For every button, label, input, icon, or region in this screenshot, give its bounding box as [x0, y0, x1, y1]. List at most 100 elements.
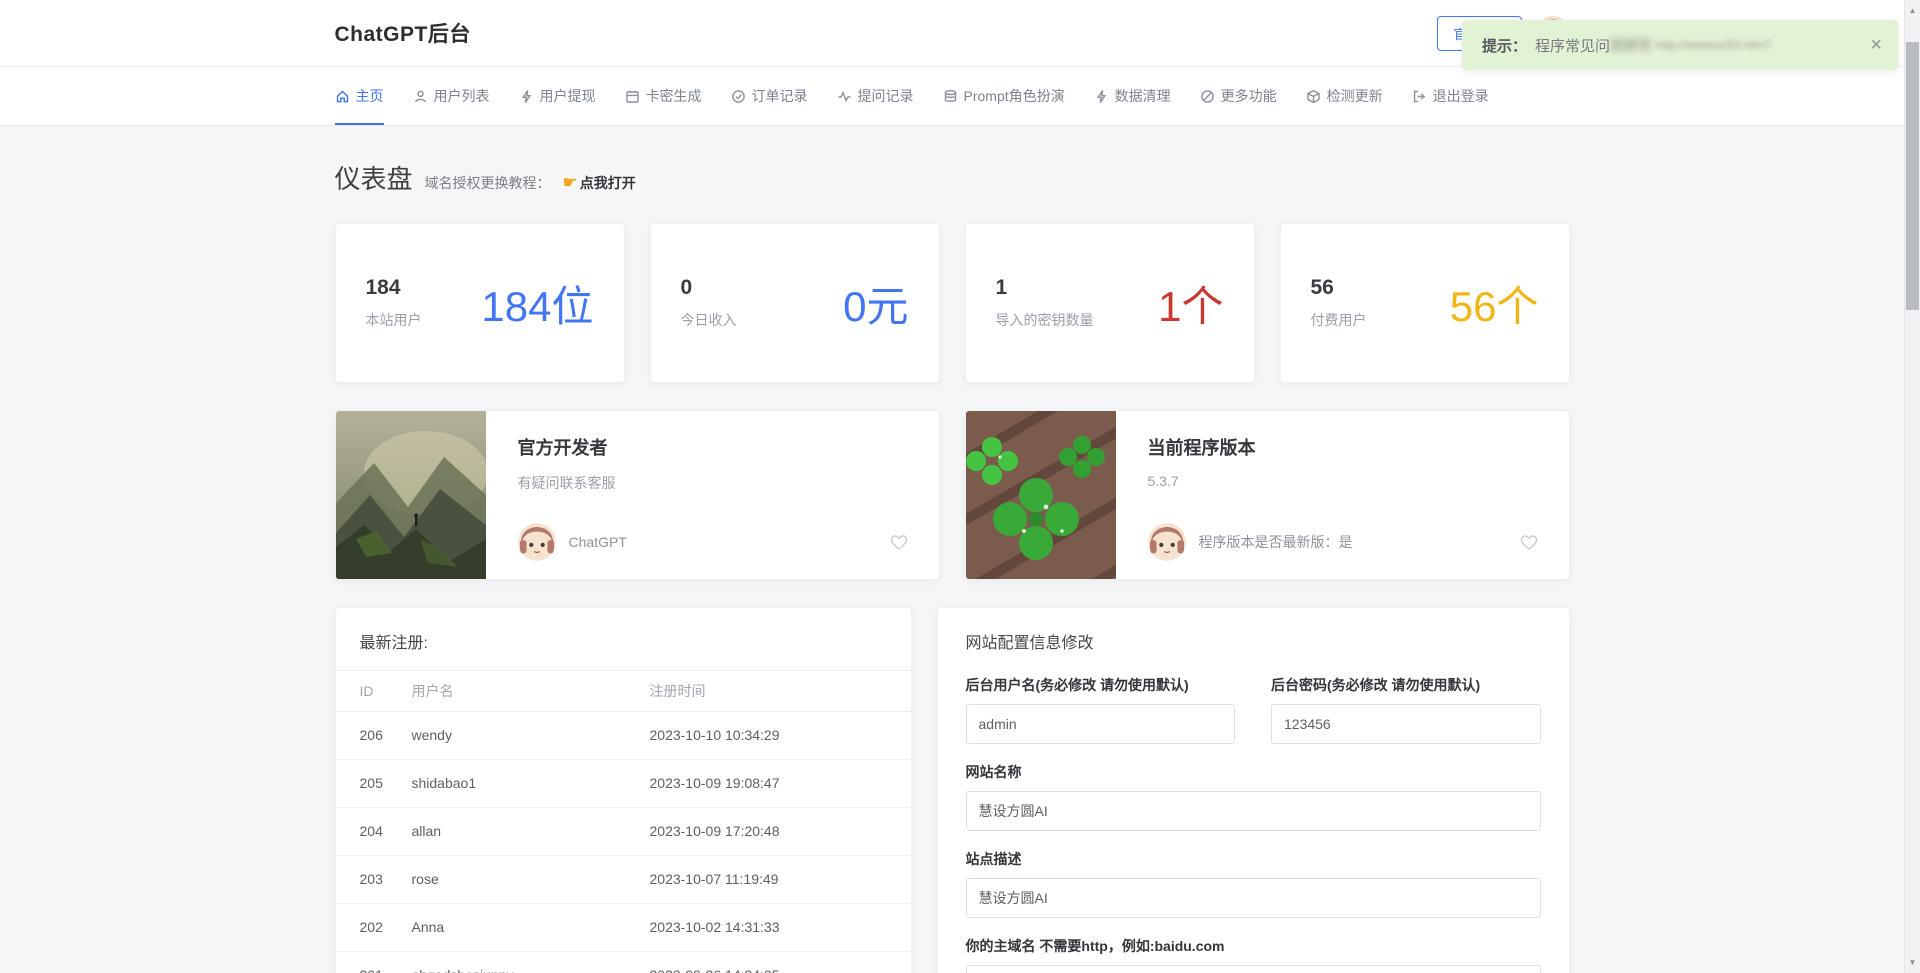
- nav-item-withdraw[interactable]: 用户提现: [519, 67, 596, 125]
- nav-label: 更多功能: [1221, 86, 1277, 106]
- page-title: 仪表盘: [335, 159, 413, 196]
- vertical-scrollbar[interactable]: ▲ ▼: [1904, 0, 1920, 973]
- nav-item-logout[interactable]: 退出登录: [1412, 67, 1489, 125]
- stat-card-site-users: 184 本站用户 184位: [335, 223, 625, 383]
- nav-item-home[interactable]: 主页: [335, 67, 384, 125]
- logout-icon: [1412, 89, 1427, 104]
- table-row[interactable]: 203 rose 2023-10-07 11:19:49: [336, 855, 911, 903]
- cell-id: 205: [336, 759, 412, 807]
- stat-value: 184位: [481, 273, 593, 334]
- stat-value: 1个: [1158, 273, 1223, 334]
- home-icon: [335, 89, 350, 104]
- cell-id: 206: [336, 711, 412, 759]
- version-status: 程序版本是否最新版：是: [1199, 532, 1353, 552]
- admin-username-input[interactable]: [966, 704, 1236, 744]
- nav-item-more-features[interactable]: 更多功能: [1200, 67, 1277, 125]
- col-header-id: ID: [336, 671, 412, 711]
- cell-username: allan: [412, 807, 650, 855]
- stat-value: 0元: [843, 273, 908, 334]
- cell-username: rose: [412, 855, 650, 903]
- cell-username: Anna: [412, 903, 650, 951]
- nav-item-question-log[interactable]: 提问记录: [837, 67, 914, 125]
- bolt-icon: [519, 89, 534, 104]
- site-name-input[interactable]: [966, 791, 1541, 831]
- registrations-table: ID 用户名 注册时间 206 wendy 2023-10-10 10:34:2…: [336, 671, 911, 973]
- cell-regtime: 2023-10-07 11:19:49: [650, 855, 911, 903]
- admin-password-label: 后台密码(务必修改 请勿使用默认): [1271, 675, 1541, 695]
- tutorial-label: 域名授权更换教程：: [425, 173, 551, 193]
- nav-label: 提问记录: [858, 86, 914, 106]
- stat-card-paid-users: 56 付费用户 56个: [1280, 223, 1570, 383]
- nav-item-data-clean[interactable]: 数据清理: [1094, 67, 1171, 125]
- cube-icon: [1306, 89, 1321, 104]
- toast-notification: 提示： 程序常见问 题解答 http://wwwxs/53.htm? ×: [1462, 20, 1898, 70]
- clover-leaves-image: [966, 411, 1116, 580]
- nav-label: 卡密生成: [646, 86, 702, 106]
- domain-input[interactable]: [966, 965, 1541, 973]
- site-config-panel: 网站配置信息修改 后台用户名(务必修改 请勿使用默认) 后台密码(务必修改 请勿…: [937, 607, 1570, 973]
- nav-label: 用户列表: [434, 86, 490, 106]
- check-circle-icon: [731, 89, 746, 104]
- nav-item-card-keys[interactable]: 卡密生成: [625, 67, 702, 125]
- cell-username: shidabao1: [412, 759, 650, 807]
- version-avatar: [1148, 523, 1186, 561]
- nav-label: 数据清理: [1115, 86, 1171, 106]
- nav-item-prompt-roleplay[interactable]: Prompt角色扮演: [943, 67, 1065, 125]
- scroll-up-arrow[interactable]: ▲: [1905, 6, 1920, 15]
- stat-label: 本站用户: [366, 310, 422, 330]
- toast-prefix: 提示：: [1482, 35, 1527, 56]
- nav-item-orders[interactable]: 订单记录: [731, 67, 808, 125]
- admin-username-label: 后台用户名(务必修改 请勿使用默认): [966, 675, 1236, 695]
- table-row[interactable]: 202 Anna 2023-10-02 14:31:33: [336, 903, 911, 951]
- scrollbar-thumb[interactable]: [1906, 42, 1919, 310]
- database-icon: [943, 89, 958, 104]
- cell-regtime: 2023-10-09 19:08:47: [650, 759, 911, 807]
- admin-password-input[interactable]: [1271, 704, 1541, 744]
- site-name-label: 网站名称: [966, 762, 1541, 782]
- mountain-landscape-image: [336, 411, 486, 580]
- col-header-regtime: 注册时间: [650, 671, 911, 711]
- nav-item-user-list[interactable]: 用户列表: [413, 67, 490, 125]
- stat-label: 导入的密钥数量: [996, 310, 1094, 330]
- cell-username: ohgodshesjunny: [412, 951, 650, 973]
- card-title: 官方开发者: [518, 434, 909, 460]
- nav-label: 用户提现: [540, 86, 596, 106]
- cell-id: 202: [336, 903, 412, 951]
- nav-label: Prompt角色扮演: [964, 86, 1065, 106]
- scroll-down-arrow[interactable]: ▼: [1905, 958, 1920, 967]
- stat-count: 0: [681, 276, 737, 300]
- heart-icon[interactable]: [1519, 532, 1539, 552]
- cell-id: 203: [336, 855, 412, 903]
- stat-card-imported-keys: 1 导入的密钥数量 1个: [965, 223, 1255, 383]
- cell-regtime: 2023-10-10 10:34:29: [650, 711, 911, 759]
- cell-regtime: 2023-10-09 17:20:48: [650, 807, 911, 855]
- cell-regtime: 2023-10-02 14:31:33: [650, 903, 911, 951]
- user-icon: [413, 89, 428, 104]
- table-row[interactable]: 201 ohgodshesjunny 2023-09-26 14:24:05: [336, 951, 911, 973]
- stat-value: 56个: [1450, 273, 1539, 334]
- activity-icon: [837, 89, 852, 104]
- toast-message: 程序常见问: [1535, 35, 1610, 56]
- nav-label: 退出登录: [1433, 86, 1489, 106]
- table-row[interactable]: 206 wendy 2023-10-10 10:34:29: [336, 711, 911, 759]
- nav-item-check-update[interactable]: 检测更新: [1306, 67, 1383, 125]
- heart-icon[interactable]: [889, 532, 909, 552]
- toast-redacted-url: http://wwwxs/53.htm?: [1656, 38, 1771, 52]
- tutorial-open-link[interactable]: 点我打开: [580, 175, 636, 191]
- cell-username: wendy: [412, 711, 650, 759]
- table-title: 最新注册:: [336, 608, 911, 671]
- col-header-username: 用户名: [412, 671, 650, 711]
- toast-redacted-text: 题解答: [1610, 35, 1652, 55]
- nav-label: 主页: [356, 86, 384, 106]
- table-row[interactable]: 204 allan 2023-10-09 17:20:48: [336, 807, 911, 855]
- site-desc-input[interactable]: [966, 878, 1541, 918]
- latest-registrations-panel: 最新注册: ID 用户名 注册时间 206 wendy: [335, 607, 912, 973]
- table-row[interactable]: 205 shidabao1 2023-10-09 19:08:47: [336, 759, 911, 807]
- bolt-icon: [1094, 89, 1109, 104]
- card-title: 当前程序版本: [1148, 434, 1539, 460]
- stat-count: 56: [1311, 276, 1367, 300]
- cell-id: 204: [336, 807, 412, 855]
- stat-label: 付费用户: [1311, 310, 1367, 330]
- pen-icon: [1200, 89, 1215, 104]
- close-icon[interactable]: ×: [1870, 35, 1882, 55]
